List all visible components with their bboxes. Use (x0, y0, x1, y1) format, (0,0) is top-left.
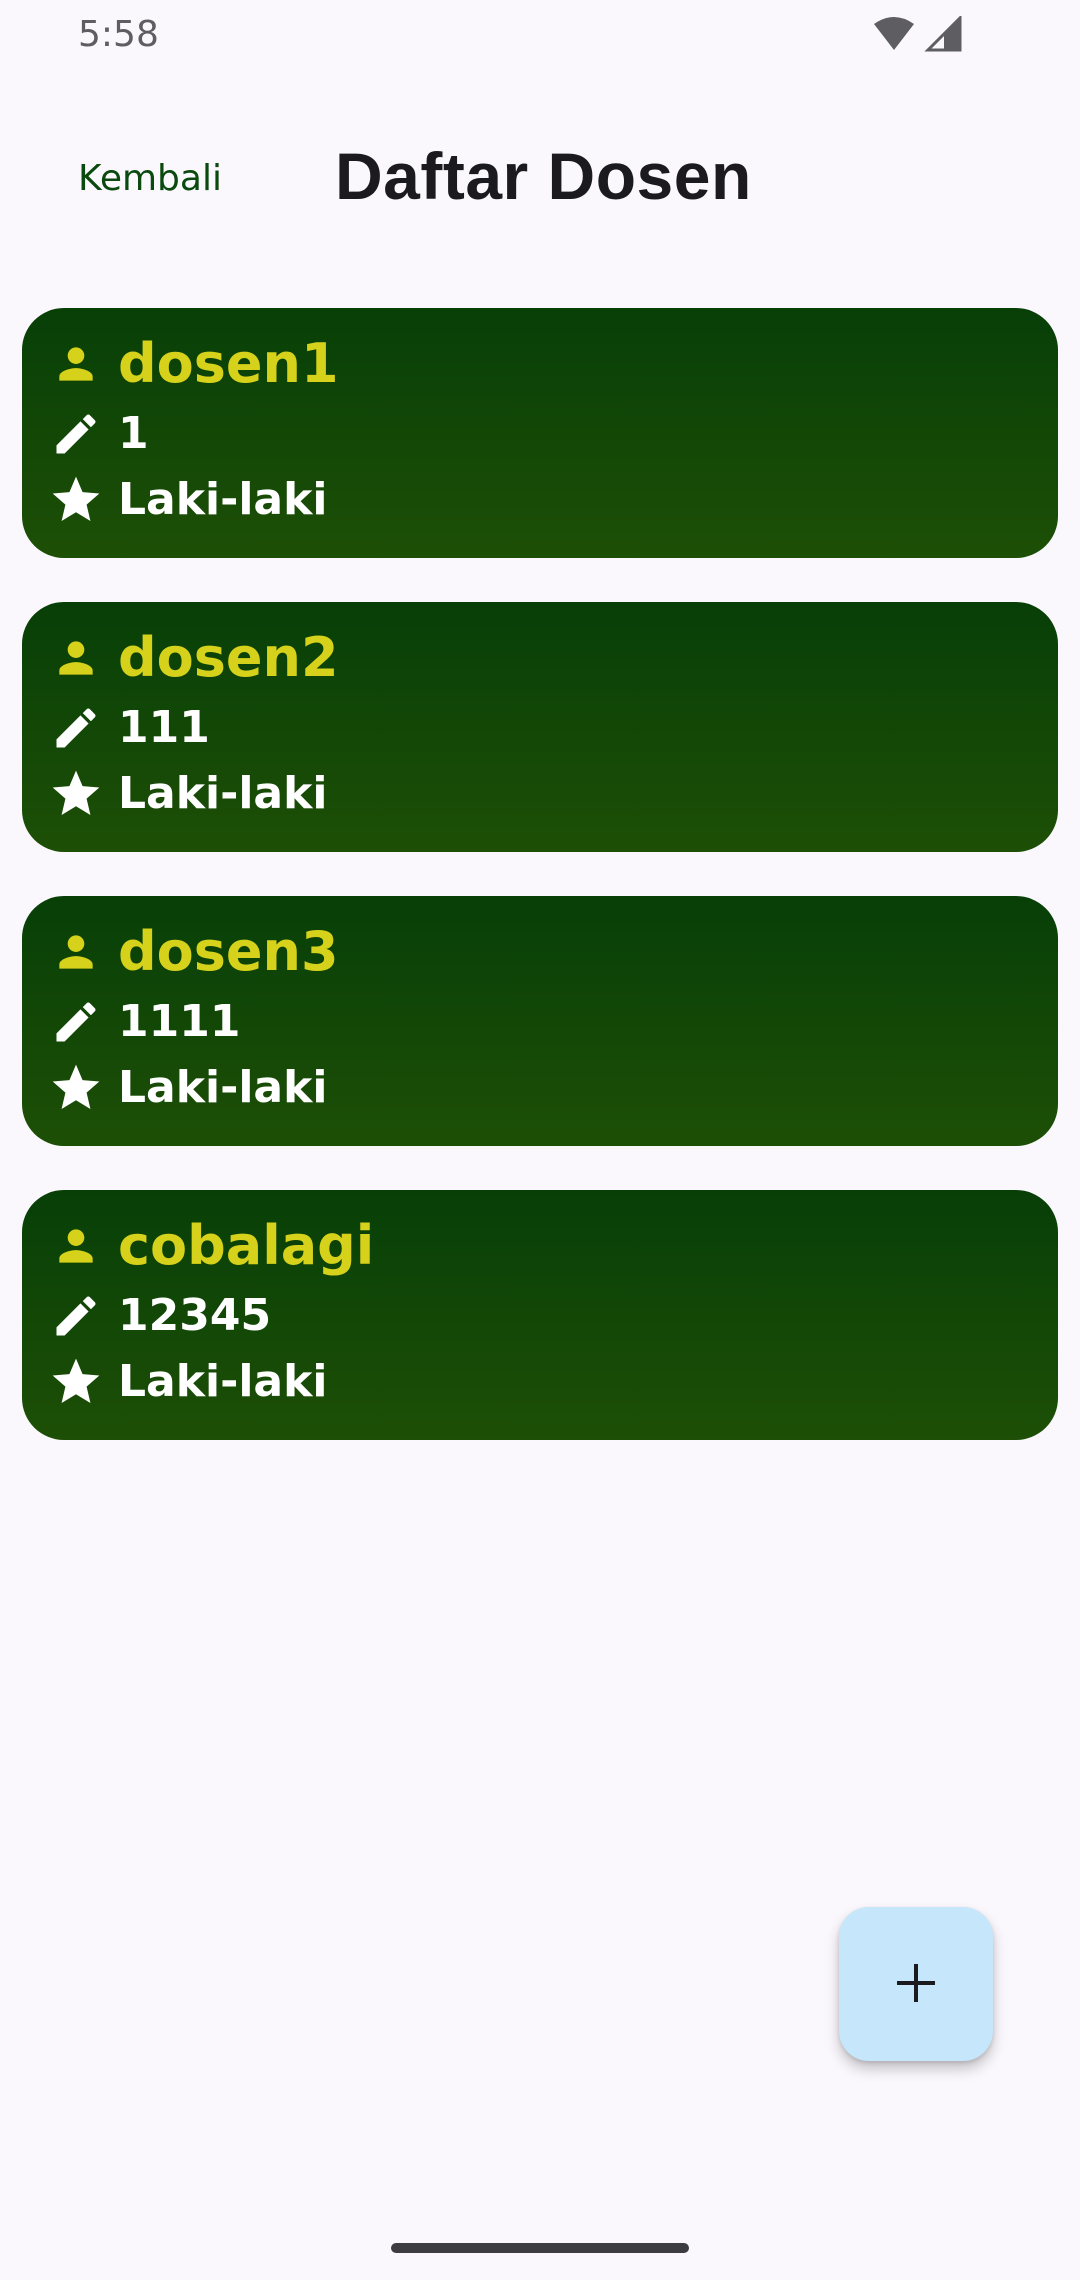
lecturer-gender-row: Laki-laki (48, 472, 327, 528)
lecturer-nip-row: 12345 (48, 1288, 271, 1344)
status-icons (872, 16, 964, 52)
star-icon (48, 766, 104, 822)
lecturer-name-row: dosen3 (48, 924, 339, 980)
person-icon (48, 924, 104, 980)
lecturer-card[interactable]: dosen2 111 Laki-laki (22, 602, 1058, 852)
lecturer-name: cobalagi (118, 1214, 375, 1277)
wifi-icon (872, 16, 916, 52)
status-time: 5:58 (78, 14, 159, 55)
top-app-bar: Kembali Daftar Dosen (0, 120, 1080, 240)
edit-icon (48, 994, 104, 1050)
lecturer-nip: 12345 (118, 1290, 272, 1341)
edit-icon (48, 406, 104, 462)
lecturer-nip: 1111 (118, 996, 241, 1047)
page-title: Daftar Dosen (335, 139, 752, 213)
lecturer-nip-row: 1 (48, 406, 149, 462)
gesture-navigation-bar[interactable] (391, 2243, 689, 2253)
add-lecturer-button[interactable] (839, 1907, 993, 2061)
lecturer-nip-row: 111 (48, 700, 210, 756)
person-icon (48, 336, 104, 392)
lecturer-gender-row: Laki-laki (48, 766, 327, 822)
lecturer-gender-row: Laki-laki (48, 1060, 327, 1116)
lecturer-gender: Laki-laki (118, 474, 328, 525)
lecturer-card[interactable]: cobalagi 12345 Laki-laki (22, 1190, 1058, 1440)
person-icon (48, 630, 104, 686)
star-icon (48, 472, 104, 528)
star-icon (48, 1060, 104, 1116)
lecturer-gender: Laki-laki (118, 1062, 328, 1113)
star-icon (48, 1354, 104, 1410)
back-button[interactable]: Kembali (78, 158, 222, 199)
status-bar: 5:58 (0, 0, 1080, 72)
lecturer-card[interactable]: dosen1 1 Laki-laki (22, 308, 1058, 558)
lecturer-name-row: cobalagi (48, 1218, 374, 1274)
lecturer-name: dosen2 (118, 626, 339, 689)
lecturer-name-row: dosen1 (48, 336, 339, 392)
lecturer-list: dosen1 1 Laki-laki dosen2 111 Laki-laki … (22, 308, 1058, 1484)
edit-icon (48, 1288, 104, 1344)
lecturer-nip-row: 1111 (48, 994, 240, 1050)
lecturer-gender: Laki-laki (118, 768, 328, 819)
lecturer-name: dosen1 (118, 332, 339, 395)
plus-icon (893, 1960, 939, 2009)
lecturer-name: dosen3 (118, 920, 339, 983)
lecturer-nip: 1 (118, 408, 149, 459)
lecturer-card[interactable]: dosen3 1111 Laki-laki (22, 896, 1058, 1146)
cellular-signal-icon (924, 16, 964, 52)
lecturer-nip: 111 (118, 702, 210, 753)
edit-icon (48, 700, 104, 756)
person-icon (48, 1218, 104, 1274)
lecturer-name-row: dosen2 (48, 630, 339, 686)
screen: 5:58 Kembali Daftar Dosen dosen1 1 Laki-… (0, 0, 1080, 2280)
lecturer-gender-row: Laki-laki (48, 1354, 327, 1410)
lecturer-gender: Laki-laki (118, 1356, 328, 1407)
